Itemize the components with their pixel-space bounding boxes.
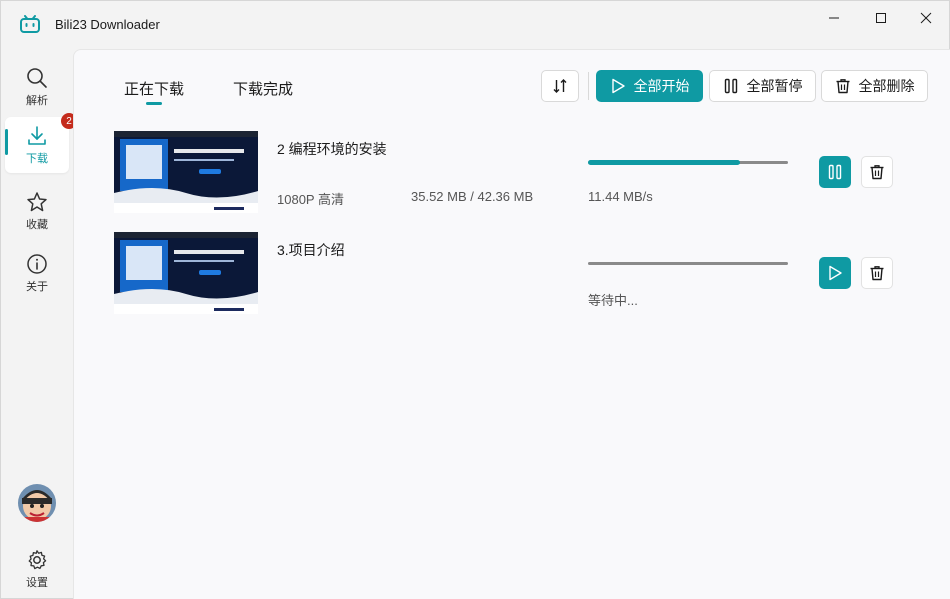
sidebar-item-about[interactable]: 关于: [5, 245, 69, 301]
video-quality: 1080P 高清: [277, 192, 344, 207]
sidebar-item-label: 关于: [26, 281, 48, 293]
maximize-icon: [876, 13, 886, 23]
pause-button[interactable]: [819, 156, 851, 188]
sidebar: 解析 下载 2 收藏 关于 设置: [1, 49, 77, 599]
delete-button[interactable]: [861, 156, 893, 188]
video-title: 2 编程环境的安装: [277, 141, 387, 157]
trash-icon: [870, 165, 884, 180]
start-all-label: 全部开始: [633, 78, 690, 94]
video-title: 3.项目介绍: [277, 242, 345, 258]
trash-icon: [870, 266, 884, 281]
sidebar-item-label: 解析: [26, 95, 48, 107]
main-panel: 正在下载 下载完成 全部开始 全部暂停 全部删除 2 编程环境的安装 1080P…: [73, 49, 950, 599]
avatar-image: [18, 484, 56, 522]
sort-icon: [553, 79, 567, 93]
sidebar-item-label: 设置: [26, 577, 48, 589]
play-icon: [611, 78, 625, 94]
progress-bar: [588, 262, 788, 265]
minimize-icon: [829, 17, 839, 19]
download-icon: [28, 126, 46, 145]
video-thumbnail: [114, 131, 258, 213]
sidebar-item-download[interactable]: 下载: [5, 117, 69, 173]
app-title: Bili23 Downloader: [55, 17, 160, 32]
minimize-button[interactable]: [811, 1, 857, 35]
toolbar-divider: [588, 72, 589, 100]
thumbnail-image: [114, 232, 258, 314]
tab-downloading[interactable]: 正在下载: [124, 78, 184, 99]
progress-bar: [588, 160, 788, 165]
sidebar-item-favorites[interactable]: 收藏: [5, 183, 69, 239]
gear-icon: [28, 550, 47, 570]
sidebar-item-label: 收藏: [26, 219, 48, 231]
sidebar-item-label: 下载: [26, 153, 48, 165]
sidebar-item-settings[interactable]: 设置: [5, 541, 69, 591]
download-status: 等待中...: [588, 293, 638, 308]
tab-completed[interactable]: 下载完成: [233, 78, 293, 99]
close-icon: [920, 12, 932, 24]
download-item: 2 编程环境的安装 1080P 高清 35.52 MB / 42.36 MB 1…: [74, 131, 950, 221]
maximize-button[interactable]: [858, 1, 904, 35]
pause-all-button[interactable]: 全部暂停: [709, 70, 816, 102]
download-item: 3.项目介绍 等待中...: [74, 232, 950, 322]
sidebar-item-parse[interactable]: 解析: [5, 59, 69, 115]
start-all-button[interactable]: 全部开始: [596, 70, 703, 102]
play-icon: [829, 265, 842, 281]
delete-button[interactable]: [861, 257, 893, 289]
pause-icon: [828, 164, 842, 180]
sort-button[interactable]: [541, 70, 579, 102]
file-size: 35.52 MB / 42.36 MB: [411, 189, 534, 204]
app-window: Bili23 Downloader 解析 下载 2 收藏 关于 设置 正在下载 …: [0, 0, 950, 599]
video-thumbnail: [114, 232, 258, 314]
start-button[interactable]: [819, 257, 851, 289]
active-tab-indicator: [146, 102, 162, 105]
star-icon: [27, 192, 47, 212]
close-button[interactable]: [903, 1, 949, 35]
progress-fill: [588, 160, 740, 165]
search-icon: [27, 68, 47, 88]
active-nav-indicator: [5, 129, 8, 155]
user-avatar[interactable]: [18, 484, 56, 522]
pause-all-label: 全部暂停: [746, 78, 803, 94]
download-speed: 11.44 MB/s: [588, 189, 653, 204]
title-bar: Bili23 Downloader: [1, 1, 949, 49]
bilibili-logo-icon: [20, 15, 40, 33]
info-icon: [27, 254, 47, 274]
delete-all-button[interactable]: 全部删除: [821, 70, 928, 102]
thumbnail-image: [114, 131, 258, 213]
trash-icon: [836, 79, 849, 94]
delete-all-label: 全部删除: [858, 78, 915, 94]
pause-icon: [724, 78, 737, 94]
